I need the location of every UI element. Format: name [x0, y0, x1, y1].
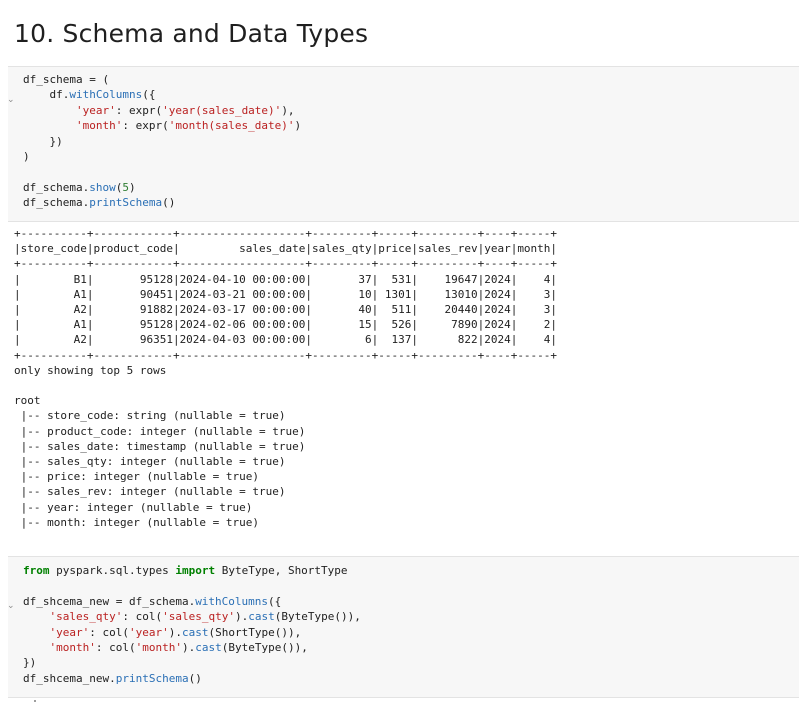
- collapse-chevron-icon[interactable]: ⌄: [7, 95, 15, 105]
- output-line: |-- year: integer (nullable = true): [14, 500, 253, 514]
- code-text: ).: [181, 641, 196, 655]
- output-line: | A2| 96351|2024-04-03 00:00:00| 6| 137|…: [14, 333, 558, 347]
- code-editor[interactable]: from pyspark.sql.types import ByteType, …: [23, 563, 361, 686]
- code-token-st: 'month': [49, 641, 96, 655]
- output-line: |store_code|product_code| sales_date|sal…: [14, 242, 558, 256]
- code-text: (ByteType()),: [274, 610, 361, 624]
- code-text: : col(: [89, 625, 129, 639]
- code-token-fn: printSchema: [115, 671, 189, 685]
- code-text: pyspark.sql.types: [49, 564, 176, 577]
- section-heading: 10. Schema and Data Types: [14, 19, 369, 48]
- code-token-st: 'month(sales_date)': [168, 119, 295, 133]
- code-token-st: 'year': [129, 625, 169, 639]
- output-line: |-- sales_date: timestamp (nullable = tr…: [14, 439, 306, 453]
- code-cell-schema[interactable]: ⌄ df_schema = ( df.withColumns({ 'year':…: [7, 66, 799, 222]
- code-text: df.: [23, 88, 70, 102]
- output-line: |-- month: integer (nullable = true): [14, 515, 260, 529]
- code-text: ({: [268, 594, 282, 608]
- code-editor[interactable]: df_schema = ( df.withColumns({ 'year': e…: [23, 72, 301, 211]
- code-text: : col(: [95, 641, 136, 655]
- code-token-fn: cast: [182, 625, 209, 639]
- dataframe-table-output: +----------+------------+---------------…: [14, 226, 557, 363]
- code-token-fn: printSchema: [89, 196, 163, 210]
- code-text: (ByteType()),: [221, 641, 308, 655]
- output-spacer: ​: [14, 378, 557, 393]
- output-line: root: [14, 394, 41, 408]
- output-line: +----------+------------+---------------…: [14, 227, 558, 240]
- schema-tree-output: root |-- store_code: string (nullable = …: [14, 393, 557, 530]
- code-text: df_schema = (: [23, 73, 110, 86]
- code-token-kw: import: [175, 564, 216, 577]
- code-text: (): [188, 671, 202, 685]
- code-token-fn: show: [89, 180, 116, 194]
- collapse-chevron-icon[interactable]: ⌄: [7, 601, 15, 611]
- code-text: ByteType, ShortType: [215, 564, 348, 577]
- code-token-st: 'sales_qty': [162, 610, 235, 624]
- code-token-st: 'sales_qty': [49, 610, 123, 624]
- code-token-st: 'month': [135, 641, 182, 655]
- output-line: +----------+------------+---------------…: [14, 348, 558, 362]
- code-text: ): [294, 119, 302, 133]
- output-line: | A2| 91882|2024-03-17 00:00:00| 40| 511…: [14, 303, 558, 317]
- output-note: only showing top 5 rows: [14, 363, 167, 377]
- code-text: : expr(: [122, 119, 169, 133]
- code-text: ).: [234, 610, 249, 624]
- code-text: ),: [281, 103, 295, 117]
- code-token-st: 'year': [75, 103, 116, 117]
- cell-output: +----------+------------+---------------…: [14, 226, 557, 530]
- code-text: : col(: [122, 610, 163, 624]
- code-text: (): [162, 196, 176, 210]
- code-token-nm: 5: [122, 180, 129, 194]
- code-text: }): [23, 134, 63, 148]
- code-token-st: 'year(sales_date)': [162, 103, 282, 117]
- output-line: | B1| 95128|2024-04-10 00:00:00| 37| 531…: [14, 272, 558, 286]
- code-token-st: 'year': [49, 625, 90, 639]
- code-text: df_shcema_new = df_schema.: [23, 594, 196, 608]
- code-text: df_shcema_new.: [23, 671, 116, 685]
- code-text: df_schema.: [23, 196, 90, 210]
- output-line: |-- price: integer (nullable = true): [14, 470, 260, 484]
- output-line: | A1| 90451|2024-03-21 00:00:00| 10| 130…: [14, 287, 558, 301]
- output-line: |-- product_code: integer (nullable = tr…: [14, 424, 306, 438]
- code-text: ).: [168, 625, 182, 639]
- code-token-fn: cast: [248, 610, 275, 624]
- code-token-fn: cast: [195, 641, 222, 655]
- cell-divider-dot: [34, 700, 36, 702]
- code-text: }): [23, 656, 37, 670]
- output-line: |-- sales_rev: integer (nullable = true): [14, 485, 286, 499]
- code-text: ({: [142, 88, 156, 102]
- code-text: (ShortType()),: [208, 625, 302, 639]
- output-line: |-- sales_qty: integer (nullable = true): [14, 455, 286, 469]
- code-text: df_schema.: [23, 180, 90, 194]
- code-text: ): [23, 150, 30, 164]
- code-text: ): [128, 180, 136, 194]
- code-text: : expr(: [115, 103, 163, 117]
- code-token-fn: withColumns: [69, 88, 143, 102]
- output-line: | A1| 95128|2024-02-06 00:00:00| 15| 526…: [14, 318, 558, 332]
- code-token-st: 'month': [75, 119, 123, 133]
- code-token-kw: from: [23, 564, 50, 577]
- output-line: |-- store_code: string (nullable = true): [14, 409, 286, 423]
- code-cell-cast-types[interactable]: ⌄ from pyspark.sql.types import ByteType…: [7, 556, 799, 698]
- code-token-fn: withColumns: [195, 594, 269, 608]
- output-line: +----------+------------+---------------…: [14, 257, 558, 271]
